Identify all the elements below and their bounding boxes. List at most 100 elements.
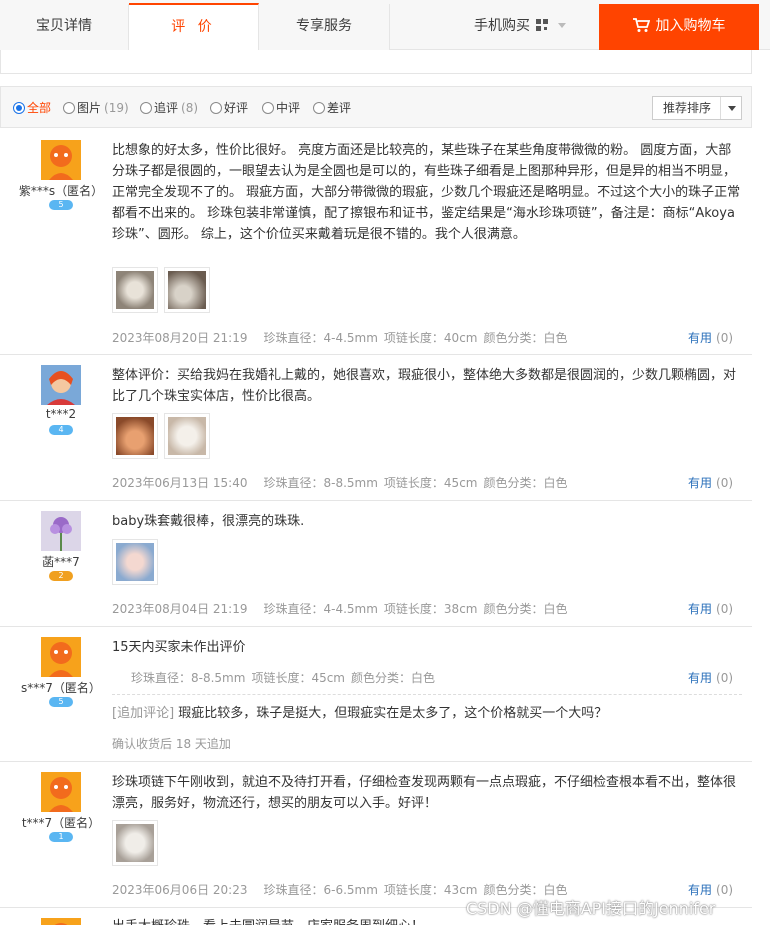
sku-color: 颜色分类：白色	[351, 671, 436, 685]
useful-count: (0)	[716, 671, 734, 685]
review-date: 2023年08月04日 21:19	[112, 602, 248, 616]
review-meta: 2023年08月04日 21:19 珍珠直径：4-4.5mm 项链长度：38cm 颜色…	[112, 600, 574, 617]
filter-all-label: 全部	[27, 101, 52, 115]
avatar	[41, 637, 81, 677]
review-meta: 2023年08月20日 21:19 珍珠直径：4-4.5mm 项链长度：40cm 颜色…	[112, 329, 574, 346]
level-badge: 4	[49, 425, 73, 435]
review-date: 2023年06月06日 20:23	[112, 883, 248, 897]
review-images	[112, 267, 216, 316]
radio-icon	[140, 102, 152, 114]
review-date: 2023年08月20日 21:19	[112, 331, 248, 345]
radio-icon	[210, 102, 222, 114]
sku-diameter: 珍珠直径：4-4.5mm	[263, 602, 378, 616]
sku-length: 项链长度：40cm	[383, 331, 478, 345]
chevron-down-icon	[558, 23, 566, 28]
tab-bar: 宝贝详情 评 价 专享服务 手机购买 加入购物车	[0, 0, 770, 50]
radio-icon	[313, 102, 325, 114]
username: t***2	[45, 407, 77, 421]
filter-pictures-label: 图片	[77, 101, 102, 115]
append-review: [追加评论] 瑕疵比较多，珠子是挺大，但瑕疵实在是太多了，这个价格就买一个大吗？	[112, 703, 744, 724]
sort-label: 推荐排序	[663, 101, 712, 115]
review-meta: 珍珠直径：8-8.5mm 项链长度：45cm 颜色分类：白色	[131, 669, 441, 686]
review-text: baby珠套戴很棒，很漂亮的珠珠.	[112, 514, 305, 529]
review-item: 菡***7 2 baby珠套戴很棒，很漂亮的珠珠. 2023年08月04日 21…	[0, 501, 752, 627]
filter-append[interactable]: 追评 (8)	[140, 99, 198, 116]
empty-panel	[0, 50, 752, 74]
review-text: 比想象的好太多，性价比很好。 亮度方面还是比较亮的，某些珠子在某些角度带微微的粉…	[112, 143, 741, 242]
sku-diameter: 珍珠直径：8-8.5mm	[263, 476, 378, 490]
avatar	[41, 772, 81, 812]
radio-icon	[13, 102, 25, 114]
sku-length: 项链长度：45cm	[251, 671, 345, 685]
add-to-cart-label: 加入购物车	[655, 18, 726, 34]
sku-length: 项链长度：43cm	[383, 883, 478, 897]
add-to-cart-button[interactable]: 加入购物车	[599, 4, 759, 50]
filter-bad-label: 差评	[327, 101, 352, 115]
tab-item-detail[interactable]: 宝贝详情	[0, 4, 129, 50]
useful-count: (0)	[716, 602, 734, 616]
qr-code-icon	[536, 19, 548, 31]
review-image[interactable]	[164, 267, 210, 313]
review-image[interactable]	[164, 413, 210, 459]
useful-label: 有用	[688, 331, 713, 345]
review-text: 15天内买家未作出评价	[112, 640, 246, 655]
avatar	[41, 140, 81, 180]
filter-good-label: 好评	[224, 101, 249, 115]
sort-dropdown[interactable]: 推荐排序	[652, 96, 742, 120]
sku-diameter: 珍珠直径：8-8.5mm	[131, 671, 246, 685]
useful-button[interactable]: 有用 (0)	[688, 474, 733, 491]
tab-service[interactable]: 专享服务	[259, 4, 390, 50]
radio-icon	[262, 102, 274, 114]
useful-count: (0)	[716, 331, 734, 345]
review-image[interactable]	[112, 820, 158, 866]
filter-neutral[interactable]: 中评	[262, 99, 300, 116]
filter-all[interactable]: 全部	[13, 99, 51, 116]
sku-diameter: 珍珠直径：6-6.5mm	[263, 883, 378, 897]
sku-color: 颜色分类：白色	[483, 602, 568, 616]
divider	[112, 694, 742, 695]
username: t***7（匿名）	[21, 816, 101, 830]
chevron-down-icon	[728, 106, 736, 111]
avatar	[41, 365, 81, 405]
review-date: 2023年06月13日 15:40	[112, 476, 248, 490]
review-images	[112, 539, 164, 588]
useful-button[interactable]: 有用 (0)	[688, 669, 733, 686]
review-image[interactable]	[112, 413, 158, 459]
watermark: CSDN @懂电商API接口的Jennifer	[466, 899, 716, 918]
sku-color: 颜色分类：白色	[483, 476, 568, 490]
useful-button[interactable]: 有用 (0)	[688, 329, 733, 346]
append-tag: [追加评论]	[112, 706, 175, 721]
review-images	[112, 413, 216, 462]
level-badge: 5	[49, 200, 73, 210]
review-filter-bar: 全部 图片 (19) 追评 (8) 好评 中评 差评 推荐排序	[0, 86, 752, 128]
filter-good[interactable]: 好评	[210, 99, 248, 116]
append-text: 瑕疵比较多，珠子是挺大，但瑕疵实在是太多了，这个价格就买一个大吗？	[178, 706, 608, 721]
tab-review[interactable]: 评 价	[129, 3, 259, 50]
useful-label: 有用	[688, 602, 713, 616]
mobile-buy-link[interactable]: 手机购买	[474, 4, 566, 50]
filter-bad[interactable]: 差评	[313, 99, 351, 116]
review-image[interactable]	[112, 539, 158, 585]
sku-color: 颜色分类：白色	[483, 331, 568, 345]
level-badge: 2	[49, 571, 73, 581]
filter-pictures[interactable]: 图片 (19)	[63, 99, 129, 116]
level-badge: 1	[49, 832, 73, 842]
divider	[720, 97, 721, 119]
avatar	[41, 918, 81, 925]
avatar	[41, 511, 81, 551]
useful-count: (0)	[716, 883, 734, 897]
review-item: t***7（匿名） 1 珍珠项链下午刚收到，就迫不及待打开看，仔细检查发现两颗有…	[0, 762, 752, 908]
review-item: 紫***s（匿名） 5 比想象的好太多，性价比很好。 亮度方面还是比较亮的，某些…	[0, 130, 752, 355]
review-text: 珍珠项链下午刚收到，就迫不及待打开看，仔细检查发现两颗有一点点瑕疵，不仔细检查根…	[112, 775, 737, 811]
useful-button[interactable]: 有用 (0)	[688, 600, 733, 617]
review-meta: 2023年06月13日 15:40 珍珠直径：8-8.5mm 项链长度：45cm 颜色…	[112, 474, 574, 491]
sku-length: 项链长度：38cm	[383, 602, 478, 616]
review-text: 整体评价：买给我妈在我婚礼上戴的，她很喜欢，瑕疵很小，整体绝大多数都是很圆润的，…	[112, 368, 737, 404]
username: 紫***s（匿名）	[18, 184, 104, 198]
review-item: s***7（匿名） 5 15天内买家未作出评价 珍珠直径：8-8.5mm 项链长度…	[0, 627, 752, 762]
username: s***7（匿名）	[21, 681, 101, 695]
review-image[interactable]	[112, 267, 158, 313]
review-images	[112, 820, 164, 869]
useful-label: 有用	[688, 476, 713, 490]
review-item: t***2 4 整体评价：买给我妈在我婚礼上戴的，她很喜欢，瑕疵很小，整体绝大多…	[0, 355, 752, 501]
